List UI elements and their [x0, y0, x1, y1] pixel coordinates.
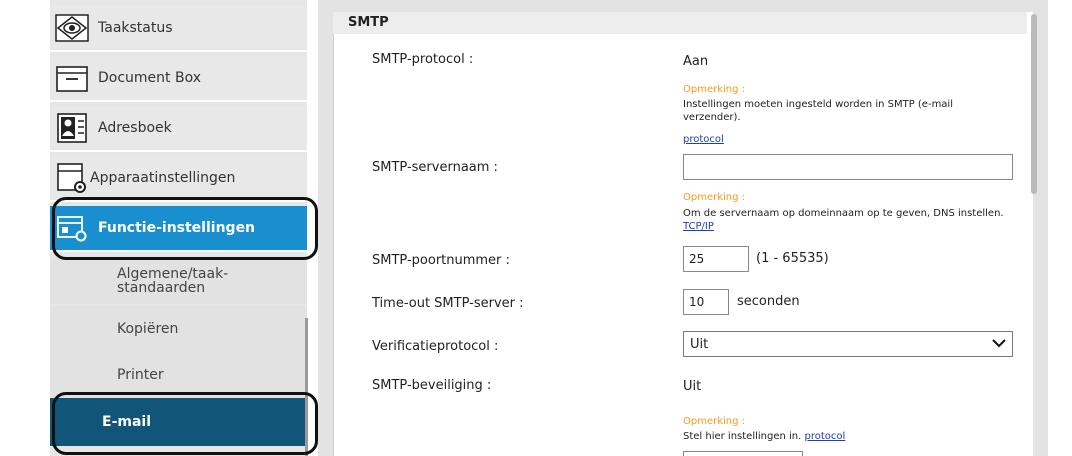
- section-header: SMTP: [333, 12, 1027, 34]
- main-scrollbar[interactable]: [1031, 14, 1037, 194]
- smtp-server-note-text: Om de servernaam op domeinnaam op te gev…: [683, 207, 1013, 233]
- smtp-security-note-link[interactable]: protocol: [805, 431, 846, 442]
- sidebar-item-label: Document Box: [98, 70, 202, 86]
- subitem-label: Printer: [117, 367, 164, 383]
- sidebar-item-apparaatinstellingen[interactable]: Apparaatinstellingen: [50, 156, 307, 202]
- smtp-port-label: SMTP-poortnummer :: [372, 253, 510, 268]
- smtp-protocol-label: SMTP-protocol :: [372, 52, 474, 67]
- subitem-label-line2: standaarden: [117, 280, 206, 296]
- smtp-port-range: (1 - 65535): [756, 251, 829, 266]
- smtp-port-input[interactable]: 25: [683, 246, 749, 272]
- next-input-edge[interactable]: [683, 451, 803, 456]
- smtp-protocol-value: Aan: [683, 54, 709, 69]
- smtp-security-note-body: Stel hier instellingen in.: [683, 431, 802, 442]
- smtp-server-note-link[interactable]: TCP/IP: [683, 221, 714, 232]
- sidebar-item-document-box[interactable]: Document Box: [50, 56, 307, 102]
- smtp-timeout-input[interactable]: 10: [683, 289, 729, 315]
- contact-icon: [50, 105, 94, 151]
- smtp-server-label: SMTP-servernaam :: [372, 160, 498, 175]
- subitem-label-line1: Algemene/taak-: [117, 266, 229, 282]
- sidebar-subitem-kopieren[interactable]: Kopiëren: [50, 306, 307, 352]
- sidebar-subitem-algemene[interactable]: Algemene/taak- standaarden: [50, 258, 307, 304]
- sidebar-item-taakstatus[interactable]: Taakstatus: [50, 6, 307, 52]
- smtp-protocol-note-text: Instellingen moeten ingesteld worden in …: [683, 99, 953, 123]
- callout-box-1: [52, 197, 318, 260]
- sidebar-item-label: Adresboek: [98, 120, 172, 136]
- smtp-server-note-body: Om de servernaam op domeinnaam op te gev…: [683, 208, 1004, 219]
- smtp-protocol-note-title: Opmerking :: [683, 84, 746, 95]
- callout-box-2: [52, 392, 318, 455]
- auth-protocol-label: Verificatieprotocol :: [372, 339, 499, 354]
- chevron-down-icon: [992, 337, 1006, 352]
- smtp-server-note-title: Opmerking :: [683, 192, 746, 203]
- sidebar-item-label: Taakstatus: [98, 20, 173, 36]
- smtp-security-label: SMTP-beveiliging :: [372, 378, 492, 393]
- auth-protocol-select[interactable]: Uit: [683, 331, 1013, 357]
- sidebar-item-label: Apparaatinstellingen: [90, 170, 236, 186]
- smtp-security-note-title: Opmerking :: [683, 416, 746, 427]
- subitem-label: Kopiëren: [117, 321, 179, 337]
- eye-icon: [50, 5, 94, 51]
- folder-icon: [50, 55, 94, 101]
- auth-protocol-selected: Uit: [690, 336, 709, 352]
- smtp-timeout-unit: seconden: [737, 294, 800, 309]
- smtp-protocol-note-link[interactable]: protocol: [683, 133, 724, 146]
- smtp-server-input[interactable]: [683, 154, 1013, 180]
- smtp-security-note-text: Stel hier instellingen in. protocol: [683, 430, 1013, 443]
- smtp-security-value: Uit: [683, 379, 702, 394]
- device-settings-icon: [50, 155, 94, 201]
- sidebar-item-adresboek[interactable]: Adresboek: [50, 106, 307, 152]
- smtp-timeout-label: Time-out SMTP-server :: [372, 296, 524, 311]
